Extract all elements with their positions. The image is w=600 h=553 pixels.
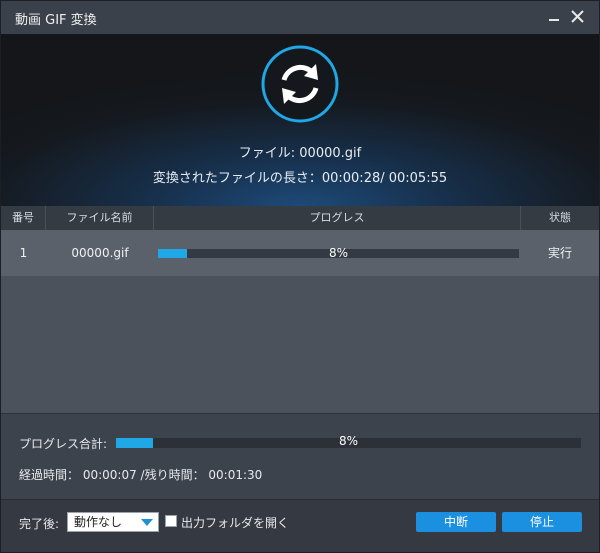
footer-bar: 完了後: 動作なし 出力フォルダを開く 中断 停止 bbox=[1, 499, 599, 552]
title-bar: 動画 GIF 変換 bbox=[1, 1, 599, 34]
summary-panel: プログレス合計: 8% 経過時間： 00:00:07 /残り時間： 00:01:… bbox=[1, 413, 599, 499]
conversion-status-panel: ファイル: 00000.gif 変換されたファイルの長さ：00:00:28/ 0… bbox=[1, 34, 599, 206]
total-progress-label: プログレス合計: bbox=[19, 437, 108, 451]
file-table: 1 00000.gif 8% 実行 bbox=[1, 230, 599, 413]
column-header-progress: プログレス bbox=[154, 206, 521, 230]
minimize-icon[interactable] bbox=[545, 7, 565, 27]
open-folder-checkbox[interactable] bbox=[165, 515, 177, 527]
table-header: 番号 ファイル名前 プログレス 状態 bbox=[1, 206, 599, 230]
pause-button[interactable]: 中断 bbox=[416, 512, 496, 532]
stop-button[interactable]: 停止 bbox=[502, 512, 582, 532]
gif-convert-dialog: 動画 GIF 変換 ファイル: 00000.gif 変換されたファイルの長さ：0… bbox=[0, 0, 600, 553]
row-state: 実行 bbox=[547, 246, 572, 260]
total-progress-text: 8% bbox=[338, 434, 359, 448]
after-complete-select[interactable]: 動作なし bbox=[67, 512, 159, 532]
refresh-icon bbox=[260, 44, 340, 124]
time-info: 経過時間： 00:00:07 /残り時間： 00:01:30 bbox=[19, 468, 263, 482]
after-complete-label: 完了後: bbox=[19, 517, 60, 531]
row-progress-text: 8% bbox=[328, 246, 349, 260]
row-file-name: 00000.gif bbox=[71, 246, 129, 260]
current-file-text: ファイル: 00000.gif bbox=[238, 146, 362, 161]
column-header-name: ファイル名前 bbox=[46, 206, 154, 230]
column-header-no: 番号 bbox=[1, 206, 46, 230]
column-header-state: 状態 bbox=[549, 211, 571, 224]
dropdown-arrow-icon bbox=[141, 519, 153, 526]
open-folder-label[interactable]: 出力フォルダを開く bbox=[181, 514, 289, 531]
row-number: 1 bbox=[19, 246, 28, 260]
close-icon[interactable] bbox=[568, 7, 588, 27]
converted-length-text: 変換されたファイルの長さ：00:00:28/ 00:05:55 bbox=[152, 171, 448, 186]
window-title: 動画 GIF 変換 bbox=[15, 13, 97, 28]
after-complete-value: 動作なし bbox=[74, 515, 123, 529]
table-row[interactable]: 1 00000.gif 8% 実行 bbox=[1, 230, 599, 276]
